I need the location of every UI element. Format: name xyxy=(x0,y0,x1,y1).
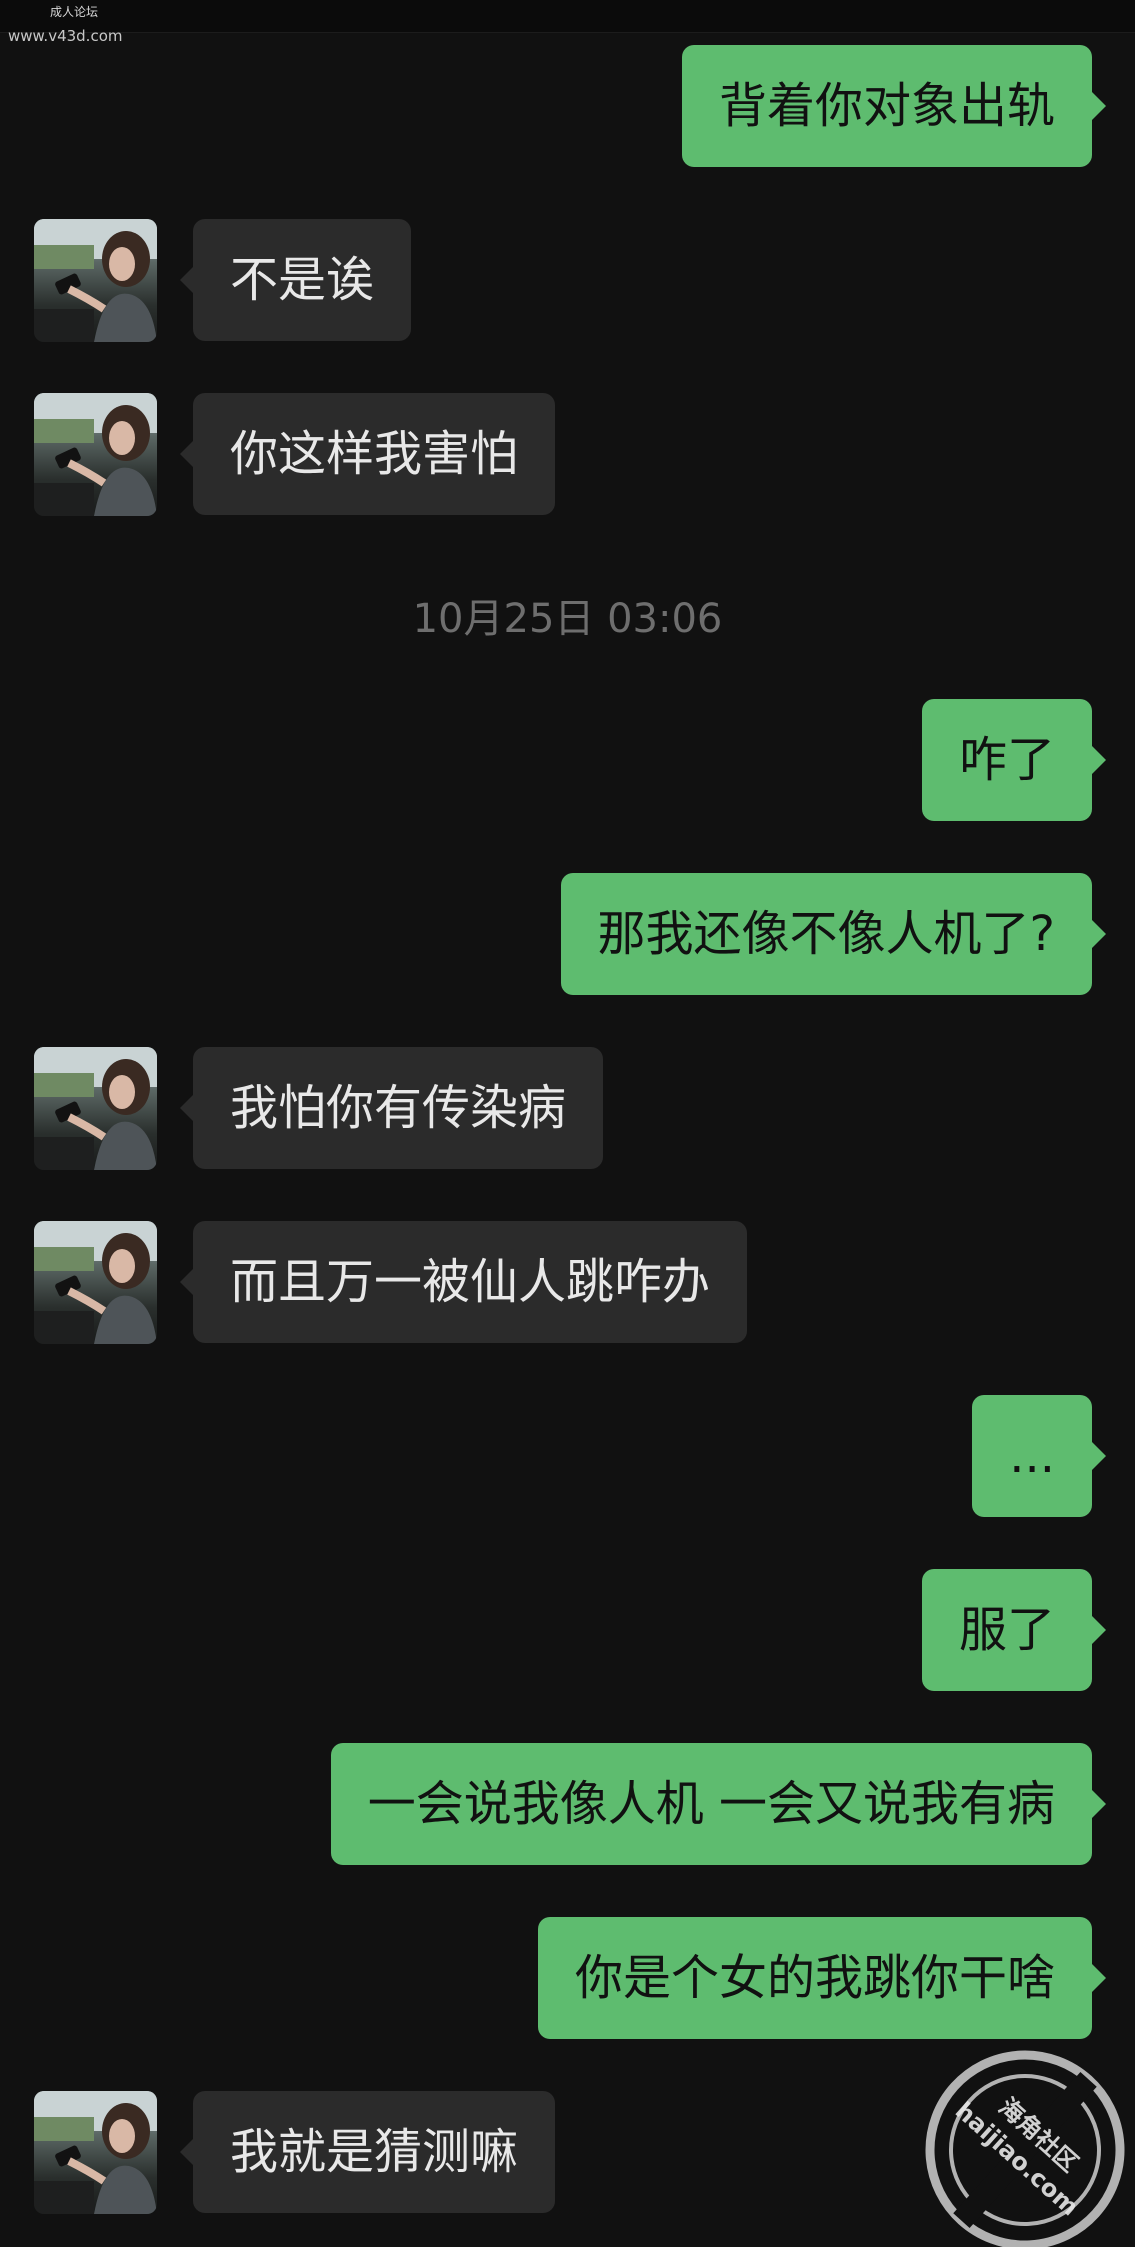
watermark-seal: 海角社区 haijiao.com xyxy=(900,2020,1135,2247)
watermark-line2: www.v43d.com xyxy=(8,27,123,45)
incoming-bubble[interactable]: 不是诶 xyxy=(179,219,412,341)
watermark-line1: 成人论坛 xyxy=(50,5,99,19)
avatar-icon[interactable] xyxy=(34,2091,157,2214)
avatar-icon[interactable] xyxy=(34,1047,157,1170)
chat-timestamp: 10月25日 03:06 xyxy=(412,596,723,642)
outgoing-bubble[interactable]: 一会说我像人机 一会又说我有病 xyxy=(330,1743,1107,1865)
status-bar xyxy=(0,0,1135,33)
incoming-bubble[interactable]: 你这样我害怕 xyxy=(179,393,556,515)
incoming-bubble[interactable]: 我怕你有传染病 xyxy=(179,1047,604,1169)
outgoing-bubble[interactable]: ... xyxy=(972,1395,1106,1517)
avatar-icon[interactable] xyxy=(34,219,157,342)
outgoing-bubble[interactable]: 背着你对象出轨 xyxy=(681,45,1107,167)
outgoing-bubble[interactable]: 那我还像不像人机了? xyxy=(560,873,1107,995)
avatar-icon[interactable] xyxy=(34,393,157,516)
incoming-bubble[interactable]: 而且万一被仙人跳咋办 xyxy=(179,1221,748,1343)
avatar-icon[interactable] xyxy=(34,1221,157,1344)
outgoing-bubble[interactable]: 服了 xyxy=(921,1569,1107,1691)
outgoing-bubble[interactable]: 咋了 xyxy=(921,699,1107,821)
incoming-bubble[interactable]: 我就是猜测嘛 xyxy=(179,2091,556,2213)
